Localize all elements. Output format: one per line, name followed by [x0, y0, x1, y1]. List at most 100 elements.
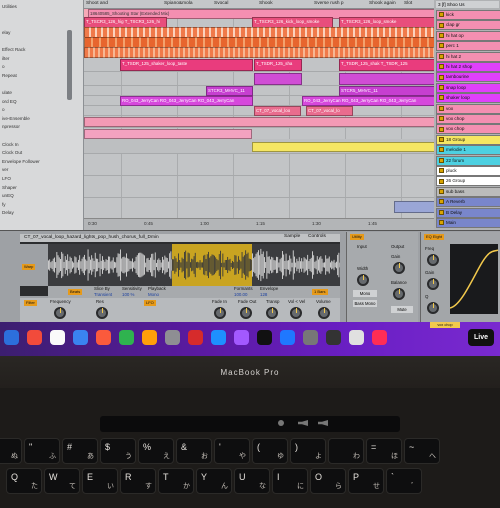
browser-item[interactable]: LFO [2, 176, 11, 181]
photos-icon[interactable] [96, 330, 111, 345]
track-activator-icon[interactable] [439, 137, 444, 142]
browser-item[interactable]: ord EQ [2, 99, 17, 104]
browser-item[interactable]: ulate [2, 90, 12, 95]
track-header[interactable]: 22 forum [436, 156, 500, 166]
key[interactable]: Rす [120, 468, 156, 494]
key[interactable]: Wて [44, 468, 80, 494]
track-header[interactable]: pluck [436, 166, 500, 176]
track-activator-icon[interactable] [439, 116, 444, 121]
key[interactable]: Uな [234, 468, 270, 494]
browser-item[interactable]: Shaper [2, 185, 17, 190]
utility-gain-knob[interactable] [393, 262, 405, 274]
fade-in-knob[interactable] [214, 307, 226, 319]
key[interactable]: %え [138, 438, 174, 464]
track-activator-icon[interactable] [439, 33, 444, 38]
browser-item[interactable]: Utilities [2, 4, 17, 9]
utility-balance-knob[interactable] [393, 288, 405, 300]
track-header[interactable]: tambourine [436, 72, 500, 82]
mono-button[interactable]: Mono [353, 290, 377, 297]
key[interactable]: わ [328, 438, 364, 464]
key[interactable]: Pせ [348, 468, 384, 494]
finder-icon[interactable] [4, 330, 19, 345]
track-activator-icon[interactable] [439, 64, 444, 69]
track-activator-icon[interactable] [439, 12, 444, 17]
key[interactable]: =ほ [366, 438, 402, 464]
browser-item[interactable]: o [2, 64, 5, 69]
music-icon[interactable] [142, 330, 157, 345]
browser-item[interactable]: unEQ [2, 193, 14, 198]
mail-icon[interactable] [73, 330, 88, 345]
formants-value[interactable]: 100.00 [234, 292, 247, 297]
touchbar-brightness-icon[interactable] [278, 420, 284, 426]
track-header[interactable]: A Reverb [436, 197, 500, 207]
browser-item[interactable]: Clock In [2, 142, 19, 147]
key[interactable]: (ゆ [252, 438, 288, 464]
warp-button[interactable]: Warp [22, 264, 35, 270]
figma-icon[interactable] [326, 330, 341, 345]
key[interactable]: Tか [158, 468, 194, 494]
locator-label[interactable]: Slot [404, 1, 412, 6]
key[interactable]: !ぬ [0, 438, 22, 464]
key[interactable]: Oら [310, 468, 346, 494]
filter-toggle[interactable]: Filter [24, 300, 37, 306]
bass-mono-button[interactable]: Bass Mono [353, 300, 377, 307]
sensitivity-value[interactable]: 100 % [122, 292, 134, 297]
fade-out-knob[interactable] [240, 307, 252, 319]
notes-icon[interactable] [50, 330, 65, 345]
utility-width-knob[interactable] [357, 274, 369, 286]
browser-item[interactable]: npressor [2, 124, 20, 129]
touchbar-volume-icon[interactable] [298, 420, 308, 426]
browser-item[interactable]: Repeat [2, 73, 17, 78]
locator-label[interactable]: Spiano&mola [164, 1, 193, 6]
track-header[interactable]: hi hat 2 [436, 52, 500, 62]
track-activator-icon[interactable] [439, 210, 444, 215]
mute-button[interactable]: Mute [391, 306, 413, 313]
browser-item[interactable]: ive-Ensemble [2, 116, 30, 121]
key[interactable]: )よ [290, 438, 326, 464]
clip-pattern[interactable] [252, 142, 434, 152]
touch-bar[interactable] [100, 416, 400, 432]
browser-item[interactable]: elay [2, 30, 10, 35]
key[interactable]: ~へ [404, 438, 440, 464]
track-activator-icon[interactable] [439, 179, 444, 184]
track-activator-icon[interactable] [439, 220, 444, 225]
track-header[interactable]: sub bass [436, 187, 500, 197]
track-activator-icon[interactable] [439, 168, 444, 173]
browser-item[interactable]: ver [2, 167, 8, 172]
track-header[interactable]: snap loop [436, 83, 500, 93]
clip-pattern[interactable] [394, 201, 434, 213]
key[interactable]: `゛ [386, 468, 422, 494]
clip[interactable]: T_TSDR_125_shak T_TSDR_125 [339, 59, 434, 71]
controls-tab[interactable]: Controls [308, 234, 326, 239]
key[interactable]: Eい [82, 468, 118, 494]
loop-bars[interactable]: 1 Bars [312, 289, 328, 295]
track-header[interactable]: vox [436, 104, 500, 114]
volume-knob[interactable] [318, 307, 330, 319]
help-icon[interactable] [303, 330, 318, 345]
track-activator-icon[interactable] [439, 189, 444, 194]
settings-icon[interactable] [234, 330, 249, 345]
waveform-selection[interactable] [172, 244, 252, 286]
track-activator-icon[interactable] [439, 127, 444, 132]
track-activator-icon[interactable] [439, 75, 444, 80]
eq-freq-knob[interactable] [427, 254, 439, 266]
key[interactable]: Qた [6, 468, 42, 494]
locator-label[interactable]: Shoot and [86, 1, 108, 6]
track-activator-icon[interactable] [439, 95, 444, 100]
track-header[interactable]: kick [436, 10, 500, 20]
track-activator-icon[interactable] [439, 54, 444, 59]
chrome-icon[interactable] [280, 330, 295, 345]
clip-pattern[interactable] [84, 129, 252, 139]
key[interactable]: 'や [214, 438, 250, 464]
eq-title[interactable]: EQ Eight [424, 234, 444, 240]
vol-vel-knob[interactable] [290, 307, 302, 319]
browser-scrollbar[interactable] [67, 30, 72, 100]
touchbar-mute-icon[interactable] [318, 420, 328, 426]
track-activator-icon[interactable] [439, 106, 444, 111]
clip[interactable]: T_TSDR_125_sha [254, 59, 302, 71]
lfo-toggle[interactable]: LFO [144, 300, 156, 306]
track-header[interactable]: 18 Group [436, 135, 500, 145]
ableton-live-dock-icon[interactable]: Live [468, 329, 494, 346]
timeline-ruler[interactable]: 0:30 0:45 1:00 1:15 1:30 1:45 [84, 218, 434, 230]
utility-title[interactable]: Utility [350, 234, 364, 240]
